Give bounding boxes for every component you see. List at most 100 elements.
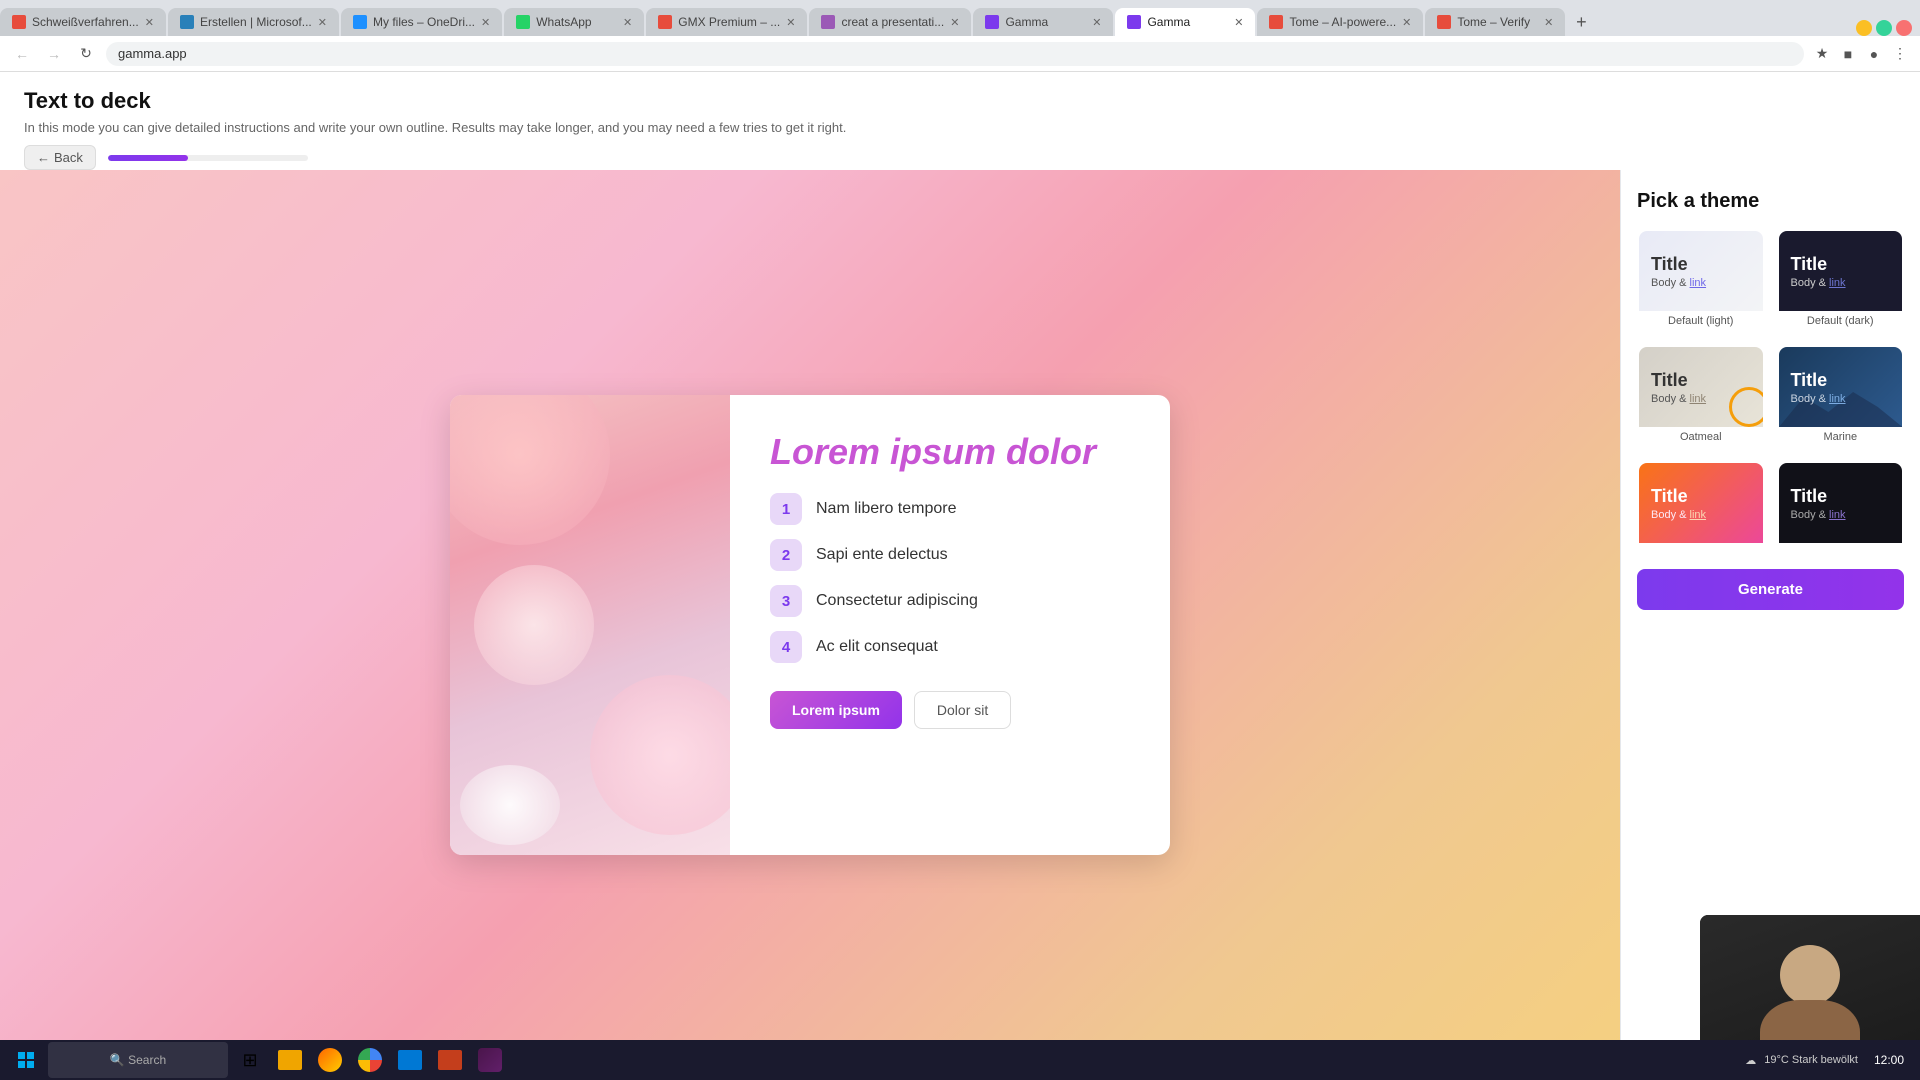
taskbar-powerpoint[interactable] bbox=[432, 1042, 468, 1078]
theme-label-dark2 bbox=[1779, 543, 1903, 551]
preview-area: Lorem ipsum dolor 1 Nam libero tempore 2… bbox=[0, 170, 1620, 1080]
minimize-button[interactable] bbox=[1856, 20, 1872, 36]
app-container: Text to deck In this mode you can give d… bbox=[0, 72, 1920, 1080]
tab-favicon-5 bbox=[658, 15, 672, 29]
close-button[interactable] bbox=[1896, 20, 1912, 36]
theme-label-default-dark: Default (dark) bbox=[1779, 311, 1903, 331]
tab-close-7[interactable]: ✕ bbox=[1092, 16, 1101, 29]
theme-title-light: Title bbox=[1651, 254, 1751, 275]
theme-card-oatmeal[interactable]: Title Body & link Oatmeal bbox=[1637, 345, 1765, 449]
progress-bar-area: ← Back bbox=[0, 135, 1920, 170]
forward-nav-button[interactable]: → bbox=[42, 42, 66, 66]
address-bar[interactable]: gamma.app bbox=[106, 42, 1804, 66]
tab-close-9[interactable]: ✕ bbox=[1402, 16, 1411, 29]
list-item: 1 Nam libero tempore bbox=[770, 493, 1130, 525]
theme-body-dark2: Body & link bbox=[1791, 509, 1891, 521]
theme-body-vibrant: Body & link bbox=[1651, 509, 1751, 521]
tab-label-9: Tome – AI-powere... bbox=[1289, 15, 1396, 29]
tab-close-1[interactable]: ✕ bbox=[145, 16, 154, 29]
tab-favicon-7 bbox=[985, 15, 999, 29]
tab-9[interactable]: Tome – AI-powere... ✕ bbox=[1257, 8, 1423, 36]
profile-icon[interactable]: ● bbox=[1864, 44, 1884, 64]
tab-favicon-10 bbox=[1437, 15, 1451, 29]
theme-card-marine[interactable]: Title Body & link Marine bbox=[1777, 345, 1905, 449]
blob-4 bbox=[460, 765, 560, 845]
taskbar-firefox[interactable] bbox=[312, 1042, 348, 1078]
blob-3 bbox=[474, 565, 594, 685]
taskbar-weather-text: ☁ bbox=[1745, 1054, 1756, 1067]
tab-close-3[interactable]: ✕ bbox=[481, 16, 490, 29]
tab-close-6[interactable]: ✕ bbox=[950, 16, 959, 29]
tab-close-10[interactable]: ✕ bbox=[1544, 16, 1553, 29]
theme-card-default-dark[interactable]: Title Body & link Default (dark) bbox=[1777, 229, 1905, 333]
list-item: 4 Ac elit consequat bbox=[770, 631, 1130, 663]
progress-bar-track bbox=[108, 155, 308, 161]
tab-label-1: Schweißverfahren... bbox=[32, 15, 139, 29]
reload-button[interactable]: ↻ bbox=[74, 42, 98, 66]
taskbar-apps-button[interactable]: ⊞ bbox=[232, 1042, 268, 1078]
theme-card-vibrant[interactable]: Title Body & link bbox=[1637, 461, 1765, 553]
tab-close-4[interactable]: ✕ bbox=[623, 16, 632, 29]
tab-favicon-9 bbox=[1269, 15, 1283, 29]
slide-primary-button[interactable]: Lorem ipsum bbox=[770, 691, 902, 729]
theme-label-oatmeal: Oatmeal bbox=[1639, 427, 1763, 447]
taskbar-slack[interactable] bbox=[472, 1042, 508, 1078]
theme-panel-title: Pick a theme bbox=[1637, 190, 1904, 213]
tab-2[interactable]: Erstellen | Microsof... ✕ bbox=[168, 8, 339, 36]
tab-10[interactable]: Tome – Verify ✕ bbox=[1425, 8, 1565, 36]
theme-card-default-light[interactable]: Title Body & link Default (light) bbox=[1637, 229, 1765, 333]
back-nav-button[interactable]: ← bbox=[10, 42, 34, 66]
taskbar-tray: ☁ 19°C Stark bewölkt 12:00 bbox=[1737, 1053, 1912, 1067]
page-title: Text to deck bbox=[24, 88, 1896, 114]
theme-title-dark: Title bbox=[1791, 254, 1891, 275]
tab-label-7: Gamma bbox=[1005, 15, 1086, 29]
slide-title: Lorem ipsum dolor bbox=[770, 431, 1130, 473]
theme-link-marine: link bbox=[1829, 393, 1846, 405]
taskbar-outlook[interactable] bbox=[392, 1042, 428, 1078]
tab-6[interactable]: creat a presentati... ✕ bbox=[809, 8, 971, 36]
taskbar-file-explorer[interactable] bbox=[272, 1042, 308, 1078]
list-text-3: Consectetur adipiscing bbox=[816, 592, 978, 610]
slide-image-panel bbox=[450, 395, 730, 855]
tab-bar: Schweißverfahren... ✕ Erstellen | Micros… bbox=[0, 0, 1920, 36]
person-head bbox=[1780, 945, 1840, 1005]
tab-5[interactable]: GMX Premium – ... ✕ bbox=[646, 8, 807, 36]
list-text-1: Nam libero tempore bbox=[816, 500, 957, 518]
theme-preview-dark: Title Body & link bbox=[1779, 231, 1903, 311]
slide-card: Lorem ipsum dolor 1 Nam libero tempore 2… bbox=[450, 395, 1170, 855]
address-text: gamma.app bbox=[118, 46, 187, 61]
tab-8[interactable]: Gamma ✕ bbox=[1115, 8, 1255, 36]
tab-3[interactable]: My files – OneDri... ✕ bbox=[341, 8, 502, 36]
browser-chrome: Schweißverfahren... ✕ Erstellen | Micros… bbox=[0, 0, 1920, 72]
extension-icon[interactable]: ■ bbox=[1838, 44, 1858, 64]
bookmark-icon[interactable]: ★ bbox=[1812, 44, 1832, 64]
taskbar-start-button[interactable] bbox=[8, 1042, 44, 1078]
theme-link-vibrant: link bbox=[1690, 509, 1707, 521]
nav-bar: ← → ↻ gamma.app ★ ■ ● ⋮ bbox=[0, 36, 1920, 72]
taskbar: 🔍 Search ⊞ ☁ 19°C Stark bewölkt 12:00 bbox=[0, 1040, 1920, 1080]
back-button[interactable]: ← Back bbox=[24, 145, 96, 170]
tab-label-8: Gamma bbox=[1147, 15, 1228, 29]
tab-close-2[interactable]: ✕ bbox=[318, 16, 327, 29]
slide-buttons: Lorem ipsum Dolor sit bbox=[770, 691, 1130, 729]
tab-1[interactable]: Schweißverfahren... ✕ bbox=[0, 8, 166, 36]
tab-7[interactable]: Gamma ✕ bbox=[973, 8, 1113, 36]
maximize-button[interactable] bbox=[1876, 20, 1892, 36]
taskbar-search-button[interactable]: 🔍 Search bbox=[48, 1042, 228, 1078]
tab-close-8[interactable]: ✕ bbox=[1234, 16, 1243, 29]
tab-4[interactable]: WhatsApp ✕ bbox=[504, 8, 644, 36]
nav-icons: ★ ■ ● ⋮ bbox=[1812, 44, 1910, 64]
theme-card-dark2[interactable]: Title Body & link bbox=[1777, 461, 1905, 553]
theme-label-vibrant bbox=[1639, 543, 1763, 551]
tab-label-6: creat a presentati... bbox=[841, 15, 944, 29]
number-badge-1: 1 bbox=[770, 493, 802, 525]
slide-secondary-button[interactable]: Dolor sit bbox=[914, 691, 1011, 729]
tab-close-5[interactable]: ✕ bbox=[786, 16, 795, 29]
taskbar-chrome[interactable] bbox=[352, 1042, 388, 1078]
new-tab-button[interactable]: + bbox=[1567, 8, 1595, 36]
settings-icon[interactable]: ⋮ bbox=[1890, 44, 1910, 64]
back-label: Back bbox=[54, 150, 83, 165]
theme-title-dark2: Title bbox=[1791, 486, 1891, 507]
generate-button[interactable]: Generate bbox=[1637, 569, 1904, 610]
taskbar-clock: 12:00 bbox=[1874, 1053, 1904, 1067]
